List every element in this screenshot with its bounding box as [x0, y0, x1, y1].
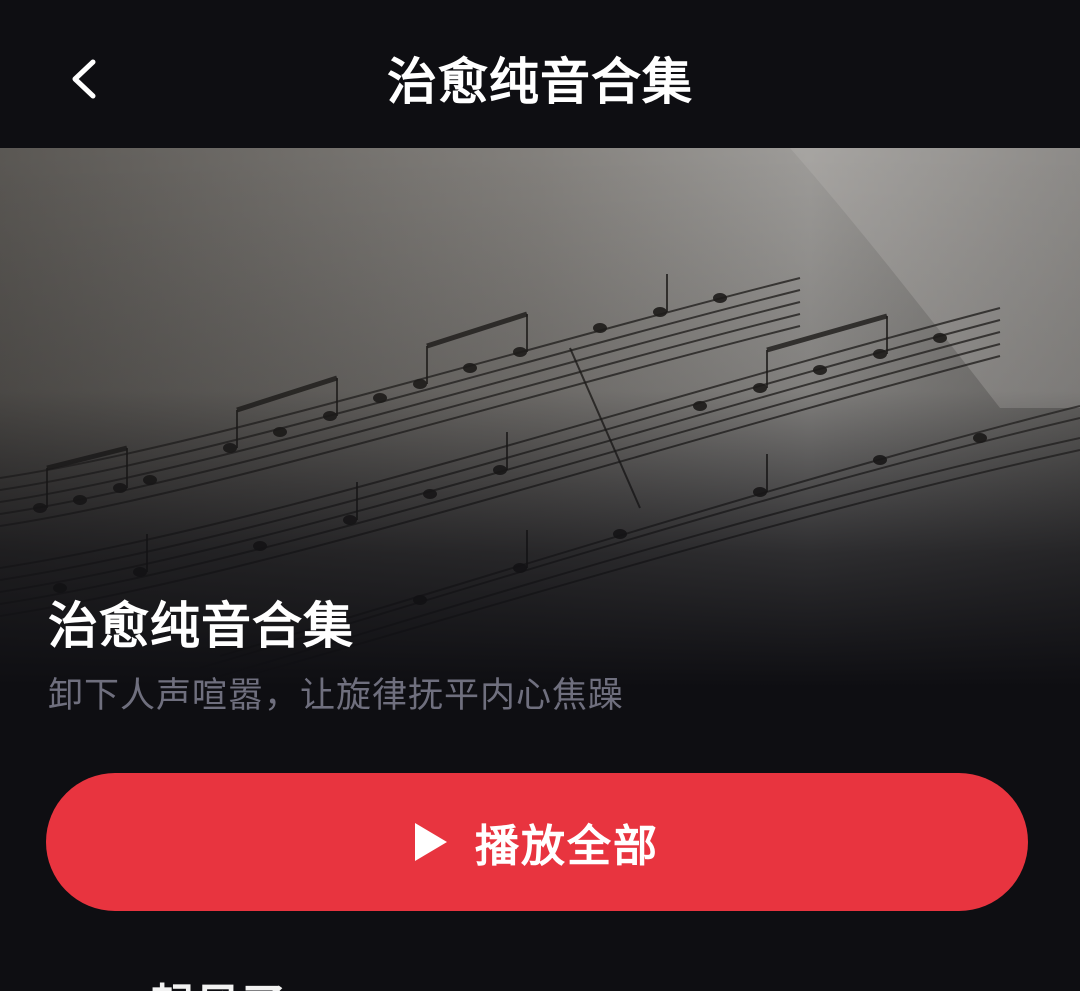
top-bar: 治愈纯音合集: [0, 0, 1080, 148]
song-title: 起风了: [150, 969, 288, 991]
play-all-button[interactable]: 播放全部: [46, 773, 1028, 911]
playlist-description: 卸下人声喧嚣，让旋律抚平内心焦躁: [48, 676, 625, 716]
chevron-left-icon: [72, 59, 96, 99]
playlist-name: 治愈纯音合集: [48, 597, 354, 655]
play-all-label: 播放全部: [475, 821, 659, 872]
page-title: 治愈纯音合集: [387, 53, 693, 111]
play-icon: [415, 823, 447, 861]
back-button[interactable]: [48, 44, 118, 114]
song-list-item[interactable]: 起风了: [0, 955, 1080, 991]
playlist-page: 治愈纯音合集 治愈纯音合集 卸下人声喧嚣，让旋律抚平内心焦躁 播放全部: [0, 0, 1080, 991]
